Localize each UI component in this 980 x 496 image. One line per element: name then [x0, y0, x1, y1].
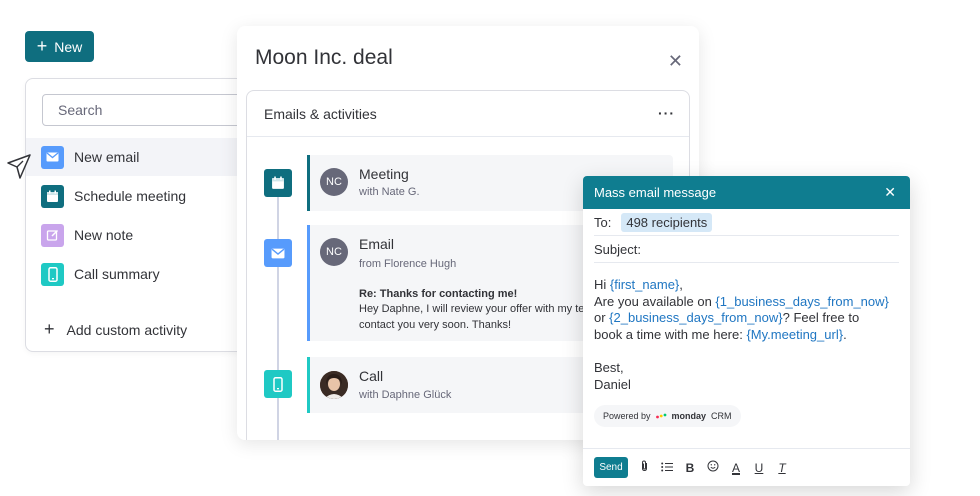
activity-title: Email: [359, 236, 395, 252]
avatar: NC: [320, 238, 348, 266]
avatar: [320, 371, 348, 399]
activity-subtitle: with Daphne Glück: [359, 389, 452, 401]
bulleted-list-icon[interactable]: [660, 461, 674, 475]
calendar-icon: [264, 169, 292, 197]
attachment-icon[interactable]: [637, 460, 651, 475]
new-button-label: New: [54, 38, 83, 55]
clear-formatting-icon[interactable]: T: [775, 461, 789, 475]
bold-icon[interactable]: B: [683, 461, 697, 475]
activity-title: Call: [359, 368, 384, 384]
activity-subtitle: with Nate G.: [359, 186, 420, 198]
monday-logo-icon: [655, 411, 667, 421]
close-icon[interactable]: ✕: [668, 51, 683, 72]
plus-icon: +: [36, 35, 48, 56]
email-icon: [41, 145, 64, 169]
avatar: NC: [320, 168, 348, 196]
email-body-editor[interactable]: Hi {first_name}, Are you available on {1…: [594, 277, 889, 393]
plus-icon: +: [44, 319, 55, 339]
phone-icon: [41, 262, 64, 286]
underline-icon[interactable]: U: [752, 461, 766, 475]
new-button[interactable]: + New: [25, 31, 94, 62]
send-button[interactable]: Send: [594, 457, 628, 478]
editor-toolbar: Send B A U T: [583, 448, 910, 486]
add-custom-activity-button[interactable]: + Add custom activity: [44, 319, 187, 340]
subject-field[interactable]: Subject:: [594, 236, 899, 263]
deal-title: Moon Inc. deal: [255, 46, 393, 69]
activity-subtitle: from Florence Hugh: [359, 258, 457, 270]
cursor-pointer-icon: [6, 153, 32, 186]
emoji-icon[interactable]: [706, 460, 720, 475]
timeline-line: [277, 171, 279, 440]
mass-email-panel: Mass email message ✕ To: 498 recipients …: [583, 176, 910, 486]
more-options-icon[interactable]: ···: [658, 105, 675, 121]
recipients-chip[interactable]: 498 recipients: [621, 212, 713, 232]
email-icon: [264, 239, 292, 267]
powered-by-badge: Powered by monday CRM: [594, 405, 741, 427]
close-icon[interactable]: ✕: [884, 184, 896, 201]
phone-icon: [264, 370, 292, 398]
section-header: Emails & activities: [247, 91, 689, 137]
note-icon: [41, 223, 64, 247]
to-field[interactable]: To: 498 recipients: [594, 209, 899, 236]
calendar-icon: [41, 184, 64, 208]
mass-email-header: Mass email message: [583, 176, 910, 209]
text-color-icon[interactable]: A: [729, 461, 743, 475]
activity-title: Meeting: [359, 166, 409, 182]
